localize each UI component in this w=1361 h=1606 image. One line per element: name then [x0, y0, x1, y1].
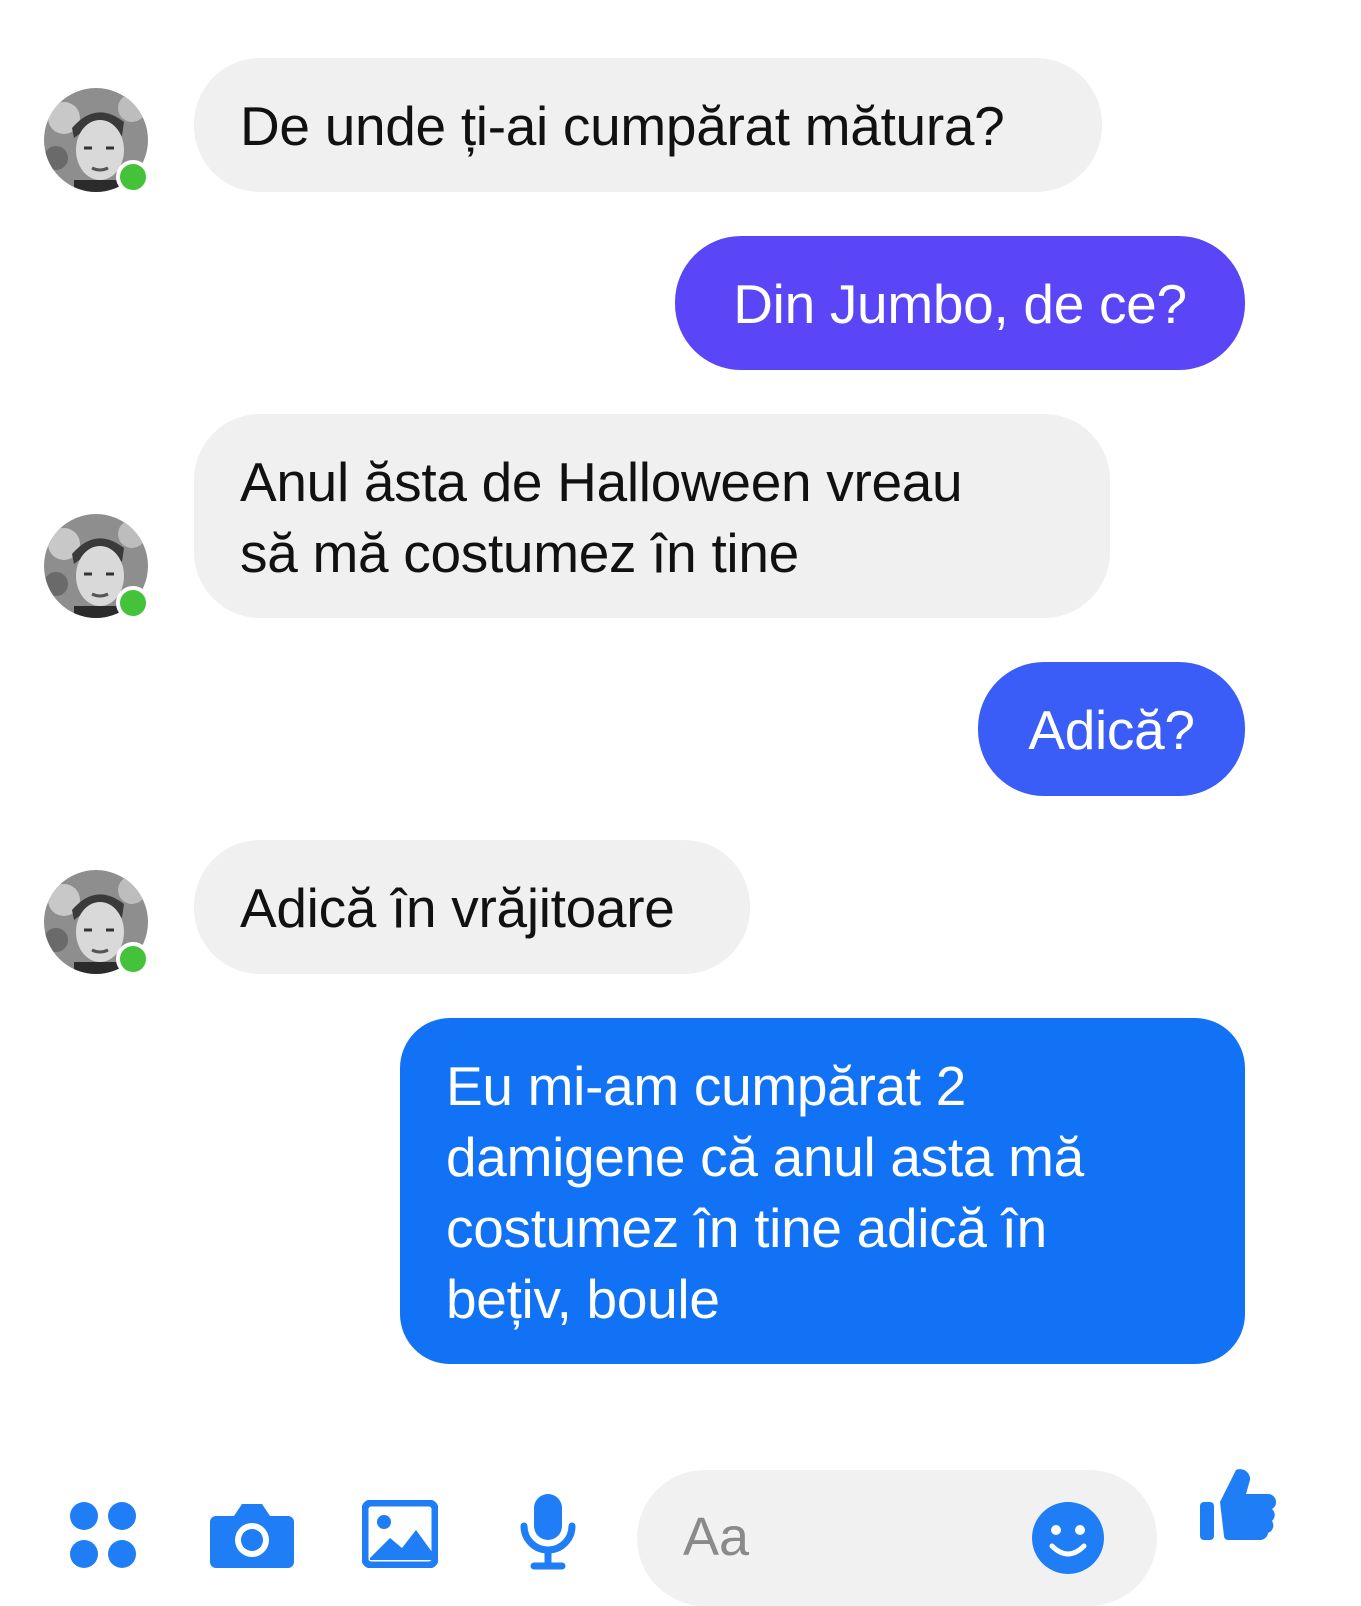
online-status-dot [116, 160, 150, 194]
thumbs-up-icon[interactable] [1198, 1464, 1278, 1544]
online-status-dot [116, 942, 150, 976]
message-composer [0, 1460, 1361, 1606]
emoji-icon[interactable] [1030, 1500, 1106, 1576]
message-input[interactable] [681, 1504, 1045, 1570]
microphone-icon[interactable] [518, 1492, 578, 1572]
message-bubble-outgoing[interactable]: Adică? [978, 662, 1245, 796]
message-bubble-incoming[interactable]: De unde ți-ai cumpărat mătura? [194, 58, 1102, 192]
contact-avatar[interactable] [44, 88, 150, 194]
message-bubble-outgoing[interactable]: Din Jumbo, de ce? [675, 236, 1245, 370]
menu-dots-icon[interactable] [68, 1500, 138, 1570]
message-input-container[interactable] [637, 1470, 1157, 1606]
message-bubble-incoming[interactable]: Adică în vrăjitoare [194, 840, 750, 974]
contact-avatar[interactable] [44, 514, 150, 620]
online-status-dot [116, 586, 150, 620]
gallery-icon[interactable] [362, 1500, 438, 1568]
camera-icon[interactable] [210, 1500, 294, 1568]
message-bubble-incoming[interactable]: Anul ăsta de Halloween vreau să mă costu… [194, 414, 1110, 618]
message-bubble-outgoing[interactable]: Eu mi-am cumpărat 2 damigene că anul ast… [400, 1018, 1245, 1364]
contact-avatar[interactable] [44, 870, 150, 976]
